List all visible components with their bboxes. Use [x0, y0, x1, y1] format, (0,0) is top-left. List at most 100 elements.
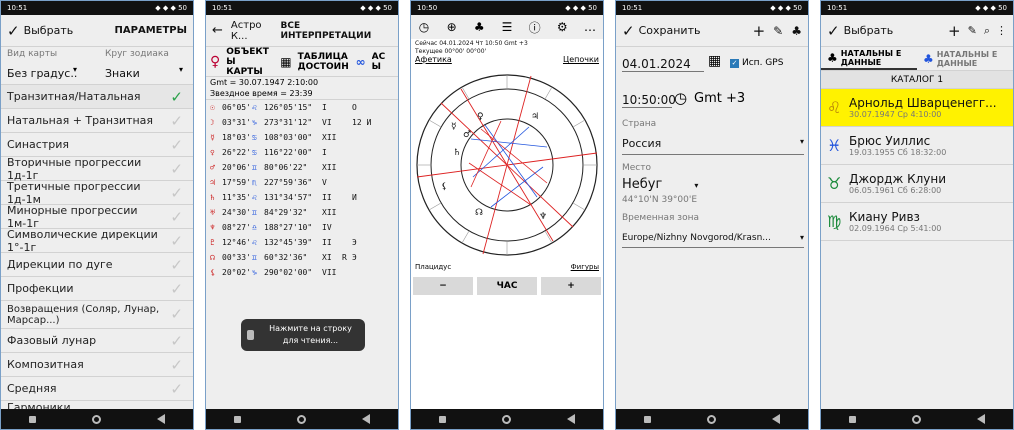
back-icon[interactable]: [772, 414, 780, 424]
list-item[interactable]: Средняя ✓: [1, 377, 193, 401]
all-interpretations-button[interactable]: ВСЕ ИНТЕРПРЕТАЦИИ: [280, 21, 392, 41]
recents-icon[interactable]: [439, 415, 446, 423]
check-icon[interactable]: ✓: [7, 22, 20, 40]
home-icon[interactable]: [912, 414, 921, 424]
list-item[interactable]: Натальная + Транзитная ✓: [1, 109, 193, 133]
list-item[interactable]: Минорные прогрессии 1м-1г ✓: [1, 204, 193, 230]
list-item[interactable]: Композитная ✓: [1, 353, 193, 377]
table-row[interactable]: ⚸ 20°02' ♑ 290°02'00" VII: [206, 265, 398, 280]
search-icon[interactable]: ⌕: [984, 24, 990, 38]
select-button[interactable]: Выбрать: [24, 24, 74, 37]
tab-natal-active[interactable]: ♣ НАТАЛЬНЫ Е ДАННЫЕ: [821, 47, 917, 70]
list-item[interactable]: Профекции ✓: [1, 277, 193, 301]
calendar-icon[interactable]: ▦: [708, 53, 721, 69]
list-item[interactable]: Вторичные прогрессии 1д-1г ✓: [1, 155, 193, 182]
place-field[interactable]: Небуг ▾: [622, 177, 752, 192]
list-item[interactable]: Фазовый лунар ✓: [1, 329, 193, 353]
recents-icon[interactable]: [644, 415, 651, 423]
table-row[interactable]: ♅ 24°30' ♊ 84°29'32" XII: [206, 205, 398, 220]
tab-dignities[interactable]: ТАБЛИЦА ДОСТОИН: [298, 52, 350, 72]
table-row[interactable]: ☊ 00°33' ♊ 60°32'36" XI R Э: [206, 250, 398, 265]
more-icon[interactable]: …: [581, 18, 599, 36]
recents-icon[interactable]: [849, 415, 856, 423]
back-icon[interactable]: [977, 414, 985, 424]
zodiac-dropdown[interactable]: Знаки: [105, 67, 140, 80]
date-field[interactable]: 04.01.2024: [622, 57, 704, 72]
birth-date: 19.03.1955 Сб 18:32:00: [849, 148, 947, 157]
check-icon: ✓: [170, 305, 183, 323]
add-icon[interactable]: +: [948, 22, 961, 40]
info-icon[interactable]: ⓘ: [526, 18, 544, 36]
pencil-icon[interactable]: ✎: [968, 24, 977, 37]
list-item[interactable]: Третичные прогрессии 1д-1м ✓: [1, 180, 193, 206]
sign-symbol: ♎: [252, 223, 257, 232]
check-icon: ✓: [170, 379, 183, 398]
table-row[interactable]: ♆ 08°27' ♎ 188°27'10" IV: [206, 220, 398, 235]
list-item[interactable]: ♉ Джордж Клуни 06.05.1961 Сб 6:28:00: [821, 165, 1013, 203]
clock-icon[interactable]: ◷: [674, 89, 687, 107]
list-item[interactable]: ♍ Киану Ривз 02.09.1964 Ср 5:41:00: [821, 203, 1013, 241]
list-item[interactable]: Дирекции по дуге ✓: [1, 253, 193, 277]
list-item[interactable]: Символические дирекции 1°-1г ✓: [1, 228, 193, 254]
select-button[interactable]: Выбрать: [844, 24, 894, 37]
catalog-header[interactable]: КАТАЛОГ 1: [821, 71, 1013, 89]
add-icon[interactable]: +: [753, 22, 766, 40]
tab-objects[interactable]: ОБЪЕКТ Ы КАРТЫ: [226, 47, 274, 77]
list-item[interactable]: Возвращения (Соляр, Лунар, Марсар...) ✓: [1, 301, 193, 329]
natal-chart-wheel[interactable]: ☿ ♂ ♀ ♄ ☊ ♆ ♃ ⚸: [411, 67, 603, 263]
map-type-dropdown[interactable]: Без градус..: [7, 67, 77, 80]
degree-cell: 00°33': [222, 253, 251, 262]
recents-icon[interactable]: [29, 415, 36, 423]
save-button[interactable]: Сохранить: [639, 24, 701, 37]
tab-natal-2[interactable]: ♣ НАТАЛЬНЫ Е ДАННЫЕ: [917, 47, 1013, 70]
list-icon[interactable]: ☰: [498, 18, 516, 36]
recents-icon[interactable]: [234, 415, 241, 423]
afetika-link[interactable]: Афетика: [415, 55, 452, 64]
tab-aspects[interactable]: АС Ы: [372, 52, 386, 72]
list-item-label: Вторичные прогрессии 1д-1г: [7, 155, 142, 182]
plus-button[interactable]: +: [541, 277, 601, 295]
tz-dropdown[interactable]: Europe/Nizhny Novgorod/Krasn... ▾: [622, 233, 804, 248]
home-icon[interactable]: [502, 414, 511, 424]
clock-icon[interactable]: ◷: [415, 18, 433, 36]
back-icon[interactable]: [567, 414, 575, 424]
list-item[interactable]: Транзитная/Натальная ✓: [1, 85, 193, 109]
gps-checkbox[interactable]: ✓: [730, 59, 739, 68]
check-icon[interactable]: ✓: [622, 22, 635, 40]
home-icon[interactable]: [92, 414, 101, 424]
list-item[interactable]: ♓ Брюс Уиллис 19.03.1955 Сб 18:32:00: [821, 127, 1013, 165]
table-row[interactable]: ☿ 18°03' ♋ 108°03'00" XII: [206, 130, 398, 145]
table-row[interactable]: ☉ 06°05' ♌ 126°05'15" I О: [206, 100, 398, 115]
hour-button[interactable]: ЧАС: [477, 277, 537, 295]
globe-icon[interactable]: ⊕: [443, 18, 461, 36]
people-icon[interactable]: ♣: [470, 18, 488, 36]
params-button[interactable]: ПАРАМЕТРЫ: [115, 25, 187, 36]
pencil-icon[interactable]: ✎: [773, 24, 783, 38]
time-field[interactable]: 10:50:00: [622, 93, 676, 108]
check-icon[interactable]: ✓: [827, 22, 840, 40]
home-icon[interactable]: [707, 414, 716, 424]
birth-date: 06.05.1961 Сб 6:28:00: [849, 186, 942, 195]
table-row[interactable]: ♃ 17°59' ♏ 227°59'36" V: [206, 175, 398, 190]
back-icon[interactable]: [362, 414, 370, 424]
table-row[interactable]: ♄ 11°35' ♌ 131°34'57" II И: [206, 190, 398, 205]
longitude-cell: 132°45'39": [264, 238, 313, 247]
table-row[interactable]: ♂ 20°06' ♊ 80°06'22" XII: [206, 160, 398, 175]
list-item[interactable]: Синастрия ✓: [1, 133, 193, 157]
gear-icon[interactable]: ⚙: [553, 18, 571, 36]
table-row[interactable]: ♀ 26°22' ♋ 116°22'00" I: [206, 145, 398, 160]
action-bar: ✓ Выбрать ПАРАМЕТРЫ: [1, 15, 193, 47]
cusps-link[interactable]: Цепочки: [563, 55, 599, 64]
figures-link[interactable]: Фигуры: [571, 263, 599, 271]
people-icon[interactable]: ♣: [791, 24, 802, 38]
back-arrow-icon[interactable]: ←: [212, 23, 223, 38]
more-icon[interactable]: ⋮: [996, 24, 1007, 37]
home-icon[interactable]: [297, 414, 306, 424]
table-row[interactable]: ☽ 03°31' ♑ 273°31'12" VI 12 И: [206, 115, 398, 130]
minus-button[interactable]: −: [413, 277, 473, 295]
back-icon[interactable]: [157, 414, 165, 424]
phone-planet-table: 10:51 ◆ ◆ ◆ 50 ← Астро К... ВСЕ ИНТЕРПРЕТ…: [205, 0, 399, 430]
table-row[interactable]: ♇ 12°46' ♌ 132°45'39" II Э: [206, 235, 398, 250]
country-dropdown[interactable]: Россия ▾: [622, 137, 804, 155]
list-item[interactable]: ♌ Арнольд Шварценегг... 30.07.1947 Ср 4:1…: [821, 89, 1013, 127]
